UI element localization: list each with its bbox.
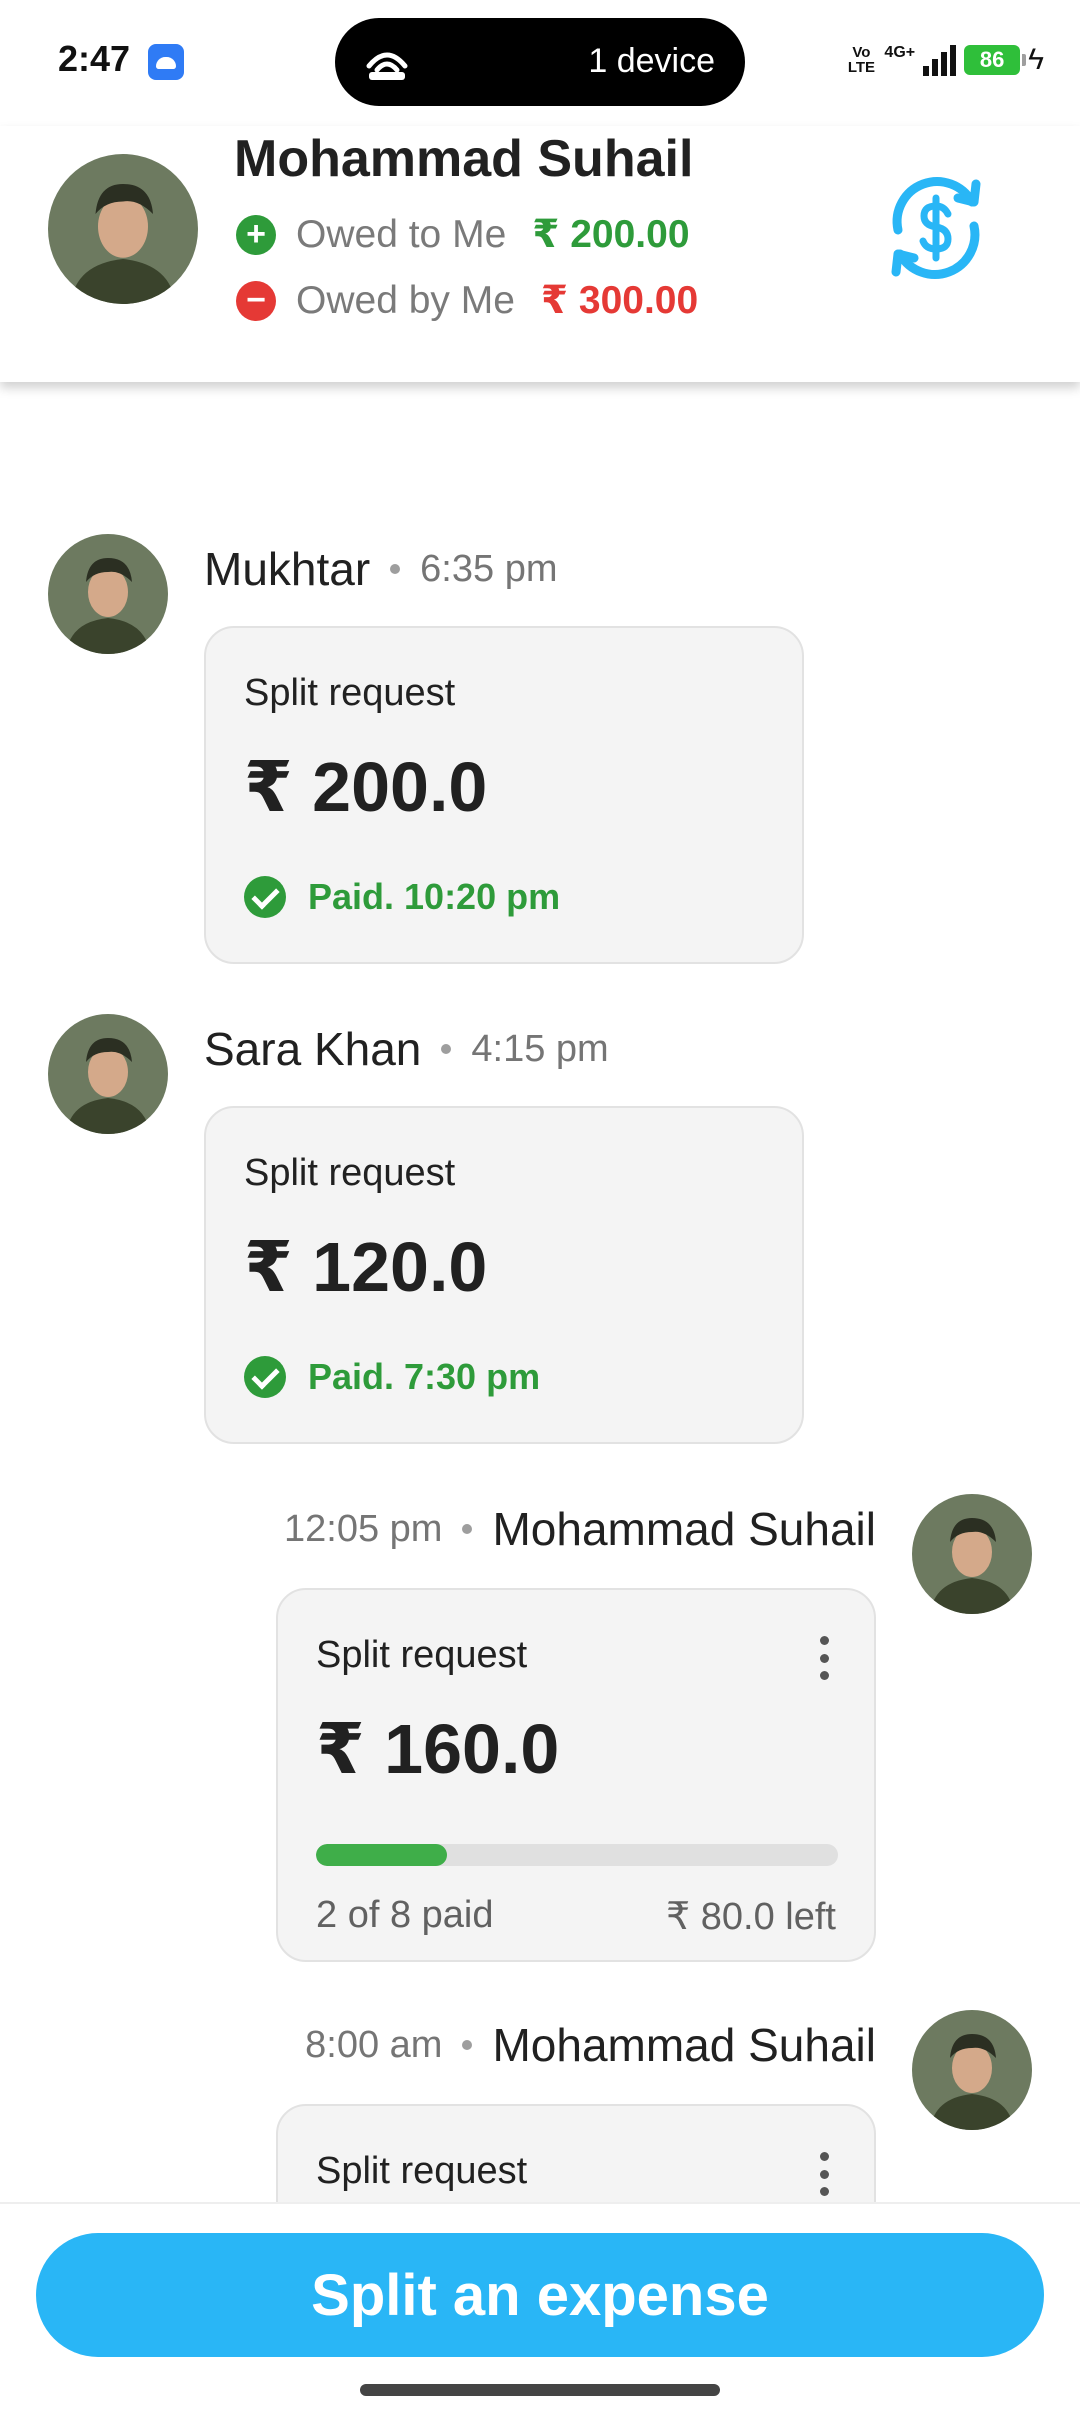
card-title: Split request — [244, 672, 456, 714]
android-notification-icon — [148, 44, 184, 80]
check-circle-icon — [244, 876, 286, 918]
bottom-action-bar: Split an expense — [0, 2202, 1080, 2412]
more-options-icon[interactable] — [814, 2152, 834, 2196]
separator-dot — [441, 1044, 452, 1054]
split-request-card[interactable]: Split request ₹ 120.0 Paid. 7:30 pm — [204, 1106, 804, 1444]
split-request-card[interactable]: Split request — [276, 2104, 876, 2202]
charging-icon: ϟ — [1028, 43, 1044, 76]
amount-left-text: ₹ 80.0 left — [666, 1896, 836, 1938]
avatar[interactable] — [48, 534, 168, 654]
balance-header: Mohammad Suhail + Owed to Me ₹ 200.00 − … — [0, 126, 1080, 382]
sender-name: Mohammad Suhail — [492, 2019, 876, 2071]
card-title: Split request — [244, 1152, 456, 1194]
separator-dot — [462, 2040, 473, 2050]
card-amount: ₹ 160.0 — [316, 1710, 560, 1788]
user-name: Mohammad Suhail — [234, 130, 694, 188]
minus-circle-icon: − — [236, 280, 276, 321]
message-time: 4:15 pm — [471, 1027, 609, 1070]
message-header: Mukhtar 6:35 pm — [204, 542, 557, 596]
cast-icon — [366, 52, 408, 80]
split-request-card[interactable]: Split request ₹ 160.0 2 of 8 paid ₹ 80.0… — [276, 1588, 876, 1962]
profile-photo — [48, 534, 168, 654]
owed-by-me-label: Owed by Me — [296, 278, 515, 322]
owed-to-me-row: + Owed to Me ₹ 200.00 — [236, 212, 690, 257]
paid-status-text: Paid. 10:20 pm — [308, 876, 561, 917]
battery-icon: 86 — [964, 45, 1027, 75]
network-type-label: 4G+ — [884, 44, 916, 61]
status-bar: 2:47 1 device Vo LTE 4G+ 86 ϟ — [0, 0, 1080, 126]
profile-photo — [912, 2010, 1032, 2130]
message-header: Sara Khan 4:15 pm — [204, 1022, 609, 1076]
avatar[interactable] — [912, 1494, 1032, 1614]
home-indicator[interactable] — [360, 2384, 720, 2396]
avatar[interactable] — [48, 154, 198, 304]
split-request-card[interactable]: Split request ₹ 200.0 Paid. 10:20 pm — [204, 626, 804, 964]
check-circle-icon — [244, 1356, 286, 1398]
profile-photo — [912, 1494, 1032, 1614]
plus-circle-icon: + — [236, 214, 276, 255]
currency-exchange-icon[interactable] — [876, 168, 996, 288]
signal-icon — [923, 44, 957, 76]
avatar[interactable] — [48, 1014, 168, 1134]
message-time: 12:05 pm — [284, 1507, 443, 1550]
owed-by-me-row: − Owed by Me ₹ 300.00 — [236, 278, 698, 323]
expense-feed[interactable]: Mukhtar 6:35 pm Split request ₹ 200.0 Pa… — [0, 382, 1080, 2202]
card-amount: ₹ 200.0 — [244, 748, 488, 826]
owed-to-me-amount: ₹ 200.00 — [532, 213, 690, 256]
message-header: 8:00 am Mohammad Suhail — [305, 2018, 876, 2072]
status-icons: Vo LTE 4G+ 86 ϟ — [846, 40, 1044, 80]
volte-icon: Vo LTE — [847, 44, 876, 76]
avatar[interactable] — [912, 2010, 1032, 2130]
payment-status: Paid. 7:30 pm — [244, 1356, 540, 1398]
paid-status-text: Paid. 7:30 pm — [308, 1356, 541, 1397]
separator-dot — [390, 564, 401, 574]
sender-name: Sara Khan — [204, 1023, 422, 1075]
more-options-icon[interactable] — [814, 1636, 834, 1680]
paid-count-text: 2 of 8 paid — [316, 1894, 494, 1936]
device-connection-pill[interactable]: 1 device — [335, 18, 745, 106]
payment-progress-bar — [316, 1844, 838, 1866]
status-time: 2:47 — [58, 38, 131, 79]
payment-status: Paid. 10:20 pm — [244, 876, 560, 918]
message-time: 6:35 pm — [420, 547, 558, 590]
device-count-label: 1 device — [588, 42, 715, 80]
payment-progress-fill — [316, 1844, 447, 1866]
card-amount: ₹ 120.0 — [244, 1228, 488, 1306]
separator-dot — [462, 1524, 473, 1534]
sender-name: Mukhtar — [204, 543, 371, 595]
message-time: 8:00 am — [305, 2023, 443, 2066]
profile-photo — [48, 154, 198, 304]
card-title: Split request — [316, 2150, 528, 2192]
profile-photo — [48, 1014, 168, 1134]
split-expense-button[interactable]: Split an expense — [36, 2233, 1044, 2357]
owed-to-me-label: Owed to Me — [296, 212, 507, 256]
owed-by-me-amount: ₹ 300.00 — [540, 279, 699, 322]
sender-name: Mohammad Suhail — [492, 1503, 876, 1555]
card-title: Split request — [316, 1634, 528, 1676]
message-header: 12:05 pm Mohammad Suhail — [284, 1502, 876, 1556]
